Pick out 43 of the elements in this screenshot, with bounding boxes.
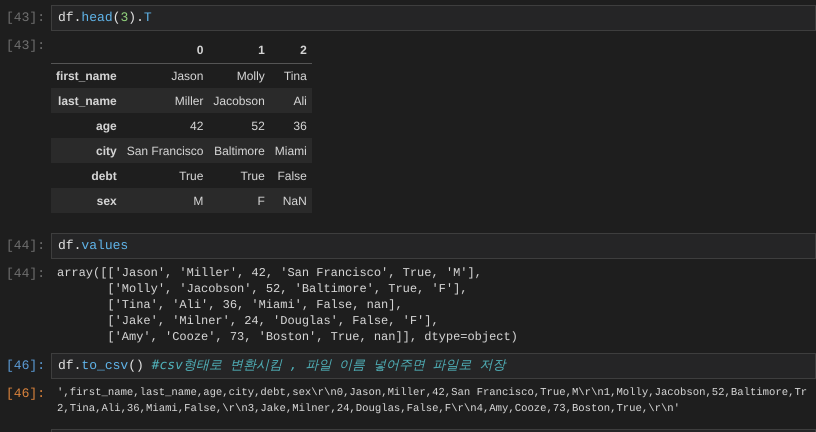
- table-cell: Miami: [270, 138, 312, 163]
- table-cell: Molly: [208, 63, 270, 88]
- code-input[interactable]: df.head(3).T: [51, 5, 816, 31]
- output-prompt: [43]:: [4, 37, 46, 55]
- output-prompt: [46]:: [4, 385, 46, 403]
- row-header: age: [51, 113, 122, 138]
- table-cell: F: [208, 188, 270, 213]
- table-cell: Ali: [270, 88, 312, 113]
- table-cell: 36: [270, 113, 312, 138]
- table-cell: Jason: [122, 63, 208, 88]
- output-line: ['Jake', 'Milner', 24, 'Douglas', False, 'F'],: [106, 313, 440, 329]
- output-line: array([['Jason', 'Miller', 42, 'San Francisco', True, 'M'],: [57, 265, 483, 281]
- input-prompt: [46]:: [4, 357, 46, 375]
- input-prompt: [43]:: [4, 9, 46, 27]
- table-cell: Tina: [270, 63, 312, 88]
- row-header: last_name: [51, 88, 122, 113]
- table-cell: 52: [208, 113, 270, 138]
- column-header: 0: [122, 38, 208, 63]
- output-line: ['Molly', 'Jacobson', 52, 'Baltimore', True, 'F'],: [106, 281, 468, 297]
- input-prompt: [44]:: [4, 237, 46, 255]
- table-cell: NaN: [270, 188, 312, 213]
- output-line: ',first_name,last_name,age,city,debt,sex\r\n0,Jason,Miller,42,San Francisco,True,M\r\n1,Molly,Jacobson,52,Baltimore,Tr: [57, 386, 808, 401]
- table-cell: San Francisco: [122, 138, 208, 163]
- row-header: sex: [51, 188, 122, 213]
- output-line: ['Amy', 'Cooze', 73, 'Boston', True, nan]], dtype=object): [106, 329, 518, 345]
- row-header: city: [51, 138, 122, 163]
- column-header: 1: [208, 38, 270, 63]
- row-header: first_name: [51, 63, 122, 88]
- output-line: ['Tina', 'Ali', 36, 'Miami', False, nan],: [106, 297, 404, 313]
- row-header: debt: [51, 163, 122, 188]
- table-cell: True: [208, 163, 270, 188]
- table-cell: True: [122, 163, 208, 188]
- output-line: 2,Tina,Ali,36,Miami,False,\r\n3,Jake,Milner,24,Douglas,False,F\r\n4,Amy,Cooze,73,Boston,True,\r\n': [57, 402, 682, 417]
- table-cell: M: [122, 188, 208, 213]
- table-cell: 42: [122, 113, 208, 138]
- table-cell: Baltimore: [208, 138, 270, 163]
- code-input[interactable]: df.values: [51, 233, 816, 259]
- table-cell: False: [270, 163, 312, 188]
- table-cell: Jacobson: [208, 88, 270, 113]
- table-cell: Miller: [122, 88, 208, 113]
- output-prompt: [44]:: [4, 265, 46, 283]
- code-input[interactable]: df.to_csv() #csv형태로 변환시킴 , 파일 이름 넣어주면 파일로 저장: [51, 353, 816, 379]
- column-header: 2: [270, 38, 312, 63]
